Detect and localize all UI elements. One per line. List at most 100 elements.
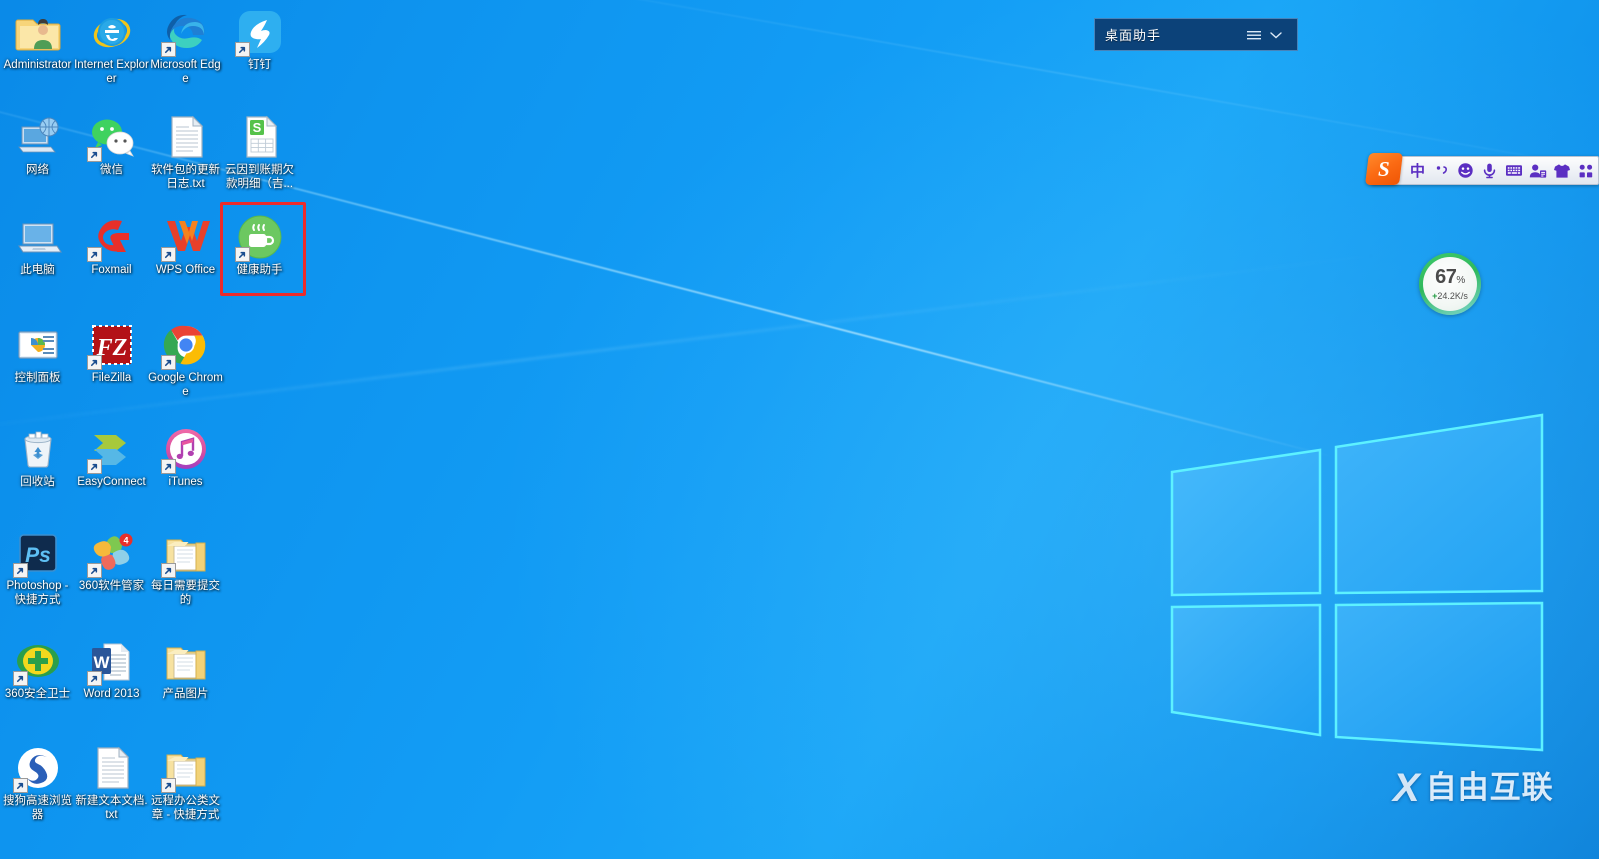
desktop-icon-recycle-bin[interactable]: 回收站: [0, 425, 75, 490]
shortcut-overlay-icon: [86, 459, 102, 474]
desktop-icon-google-chrome[interactable]: Google Chrome: [148, 321, 223, 399]
desktop-icon-microsoft-word[interactable]: W Word 2013: [74, 637, 149, 702]
desktop-icon-internet-explorer[interactable]: Internet Explorer: [74, 8, 149, 86]
desktop-icon-label: Photoshop - 快捷方式: [6, 580, 69, 606]
windows-logo-wallpaper: [1150, 395, 1570, 755]
desktop-icon-label: Google Chrome: [148, 372, 223, 398]
svg-text:4: 4: [123, 536, 128, 546]
shortcut-overlay-icon: [160, 563, 176, 578]
shortcut-overlay-icon: [160, 42, 176, 57]
network-usage-gauge[interactable]: 67% +24.2K/s: [1419, 253, 1481, 315]
shortcut-overlay-icon: [12, 778, 28, 793]
desktop-assistant-widget[interactable]: 桌面助手: [1094, 18, 1298, 51]
filezilla-icon: FZ: [86, 321, 136, 370]
google-chrome-icon: [160, 321, 210, 370]
watermark-text: 自由互联: [1425, 770, 1554, 805]
desktop-icon-filezilla[interactable]: FZ FileZilla: [74, 321, 149, 386]
desktop-icon-health-assistant[interactable]: 健康助手: [222, 213, 297, 278]
internet-explorer-icon: [88, 8, 136, 56]
desktop-icon-label: EasyConnect: [77, 476, 146, 488]
desktop-icon-dingtalk[interactable]: 钉钉: [222, 8, 297, 73]
desktop-icon-wechat[interactable]: 微信: [74, 113, 149, 178]
desktop-icon-wps-spreadsheet[interactable]: S 云因到账期欠款明细（吉...: [222, 113, 297, 191]
health-assistant-icon: [234, 213, 284, 262]
desktop-icon-label: 钉钉: [248, 59, 271, 71]
user-account-icon[interactable]: [1526, 158, 1549, 183]
desktop-icon-network[interactable]: 网络: [0, 113, 75, 178]
voice-input-icon[interactable]: [1478, 158, 1501, 183]
360-safeguard-icon: [12, 637, 62, 686]
desktop-root[interactable]: Administrator Internet Explorer Microsof…: [0, 0, 1599, 859]
desktop-icon-folder[interactable]: 远程办公类文章 - 快捷方式: [148, 744, 223, 822]
user-folder-icon: [14, 8, 62, 56]
desktop-icon-label: Internet Explorer: [74, 59, 149, 85]
desktop-icon-label: Word 2013: [83, 688, 140, 700]
sogou-ime-toolbar[interactable]: S 中: [1365, 153, 1599, 185]
text-file-icon: [88, 744, 136, 792]
svg-text:Ps: Ps: [25, 544, 51, 567]
this-pc-icon: [14, 213, 62, 261]
itunes-icon: [160, 425, 210, 474]
desktop-icon-label: 网络: [26, 164, 49, 176]
desktop-icon-label: iTunes: [168, 476, 203, 488]
ime-item-list[interactable]: 中: [1406, 158, 1597, 183]
wps-spreadsheet-icon: S: [236, 113, 284, 161]
folder-icon: [160, 529, 210, 578]
desktop-icon-label: Foxmail: [91, 264, 132, 276]
recycle-bin-icon: [14, 425, 62, 473]
svg-text:W: W: [93, 653, 110, 672]
desktop-icon-label: WPS Office: [155, 264, 216, 276]
desktop-icon-label: 360软件管家: [78, 580, 145, 592]
desktop-icon-photoshop[interactable]: Ps Photoshop - 快捷方式: [0, 529, 75, 607]
foxmail-icon: [86, 213, 136, 262]
sogou-browser-icon: [12, 744, 62, 793]
desktop-icon-label: 控制面板: [14, 372, 61, 384]
toolbox-icon[interactable]: [1574, 158, 1597, 183]
desktop-icon-label: 回收站: [20, 476, 55, 488]
desktop-icon-label: 360安全卫士: [4, 688, 71, 700]
desktop-icon-label: Microsoft Edge: [150, 59, 221, 85]
easyconnect-icon: [86, 425, 136, 474]
gauge-network-speed: +24.2K/s: [1432, 291, 1468, 301]
desktop-assistant-title: 桌面助手: [1105, 28, 1162, 43]
desktop-icon-control-panel[interactable]: 控制面板: [0, 321, 75, 386]
soft-keyboard-icon[interactable]: [1502, 158, 1525, 183]
desktop-icon-foxmail[interactable]: Foxmail: [74, 213, 149, 278]
shortcut-overlay-icon: [86, 671, 102, 686]
desktop-icon-label: 每日需要提交的: [151, 580, 220, 606]
shortcut-overlay-icon: [86, 247, 102, 262]
desktop-icon-wps-office[interactable]: WPS Office: [148, 213, 223, 278]
sogou-logo-letter: S: [1378, 156, 1390, 181]
360-software-manager-icon: 4: [86, 529, 136, 578]
desktop-icon-label: FileZilla: [91, 372, 132, 384]
desktop-icon-360-safeguard[interactable]: 360安全卫士: [0, 637, 75, 702]
punctuation-toggle[interactable]: [1430, 158, 1453, 183]
desktop-icon-text-file[interactable]: 软件包的更新日志.txt: [148, 113, 223, 191]
desktop-icon-sogou-browser[interactable]: 搜狗高速浏览器: [0, 744, 75, 822]
desktop-icon-text-file[interactable]: 新建文本文档.txt: [74, 744, 149, 822]
wechat-icon: [86, 113, 136, 162]
desktop-icon-user-folder[interactable]: Administrator: [0, 8, 75, 73]
emoji-icon[interactable]: [1454, 158, 1477, 183]
desktop-icon-label: 微信: [100, 164, 123, 176]
input-mode-chinese[interactable]: 中: [1406, 158, 1429, 183]
svg-text:S: S: [252, 120, 261, 135]
shortcut-overlay-icon: [86, 563, 102, 578]
shortcut-overlay-icon: [86, 355, 102, 370]
wps-office-icon: [160, 213, 210, 262]
desktop-icon-microsoft-edge[interactable]: Microsoft Edge: [148, 8, 223, 86]
desktop-icon-folder[interactable]: 产品图片: [148, 637, 223, 702]
gauge-percent-value: 67%: [1435, 267, 1465, 290]
shortcut-overlay-icon: [160, 355, 176, 370]
desktop-icon-itunes[interactable]: iTunes: [148, 425, 223, 490]
hamburger-menu-icon[interactable]: [1243, 24, 1265, 46]
chevron-down-icon[interactable]: [1265, 24, 1287, 46]
desktop-icon-this-pc[interactable]: 此电脑: [0, 213, 75, 278]
desktop-icon-easyconnect[interactable]: EasyConnect: [74, 425, 149, 490]
sogou-logo-icon[interactable]: S: [1365, 153, 1403, 185]
speed-value: 24.2K/s: [1437, 290, 1468, 301]
desktop-icon-360-software-manager[interactable]: 4 360软件管家: [74, 529, 149, 594]
desktop-icon-folder[interactable]: 每日需要提交的: [148, 529, 223, 607]
gauge-percent-unit: %: [1456, 274, 1465, 286]
skin-theme-icon[interactable]: [1550, 158, 1573, 183]
